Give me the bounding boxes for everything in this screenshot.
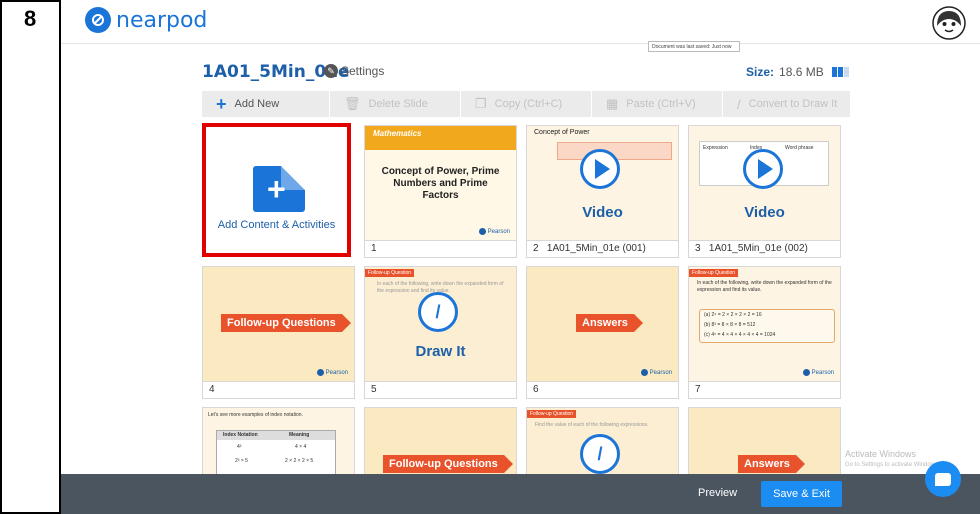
paste-icon: ▦	[606, 96, 619, 111]
slide-name: 1A01_5Min_01e (002)	[708, 243, 808, 254]
slide-banner: Follow-up Questions	[221, 314, 351, 332]
slide-small-banner: Follow-up Question	[689, 269, 739, 277]
slide-banner: Answers	[576, 314, 643, 332]
nearpod-logo[interactable]: nearpod	[85, 7, 207, 33]
draw-it-pencil-icon: /	[580, 434, 620, 474]
slide-heading: Concept of Power, Prime Numbers and Prim…	[381, 166, 500, 201]
slide-header-text: Mathematics	[373, 129, 422, 138]
slide-caption: 3 1A01_5Min_01e (002)	[689, 240, 840, 257]
slide-tile[interactable]: Expression Index Word phrase Video 3 1A0…	[688, 125, 841, 258]
slide-number: 3	[695, 243, 701, 254]
play-video-icon	[743, 149, 783, 189]
slide-caption: 2 1A01_5Min_01e (001)	[527, 240, 678, 257]
pearson-logo: Pearson	[640, 369, 672, 376]
nearpod-logo-icon	[85, 7, 111, 33]
answer-line: (c) 4⁵ = 4 × 4 × 4 × 4 × 4 = 1024	[704, 332, 776, 338]
slide-caption: 5	[365, 381, 516, 398]
slide-tile[interactable]: Follow-up Questions Pearson 4	[202, 266, 355, 399]
slide-number: 1	[371, 243, 377, 254]
save-status-toast: Document was last saved: Just now	[648, 41, 740, 52]
slide-text: Find the value of each of the following …	[535, 422, 649, 428]
paste-button[interactable]: ▦ Paste (Ctrl+V)	[592, 91, 723, 117]
convert-to-draw-it-button[interactable]: / Convert to Draw It	[723, 91, 850, 117]
plus-icon: +	[216, 93, 227, 114]
copy-button[interactable]: ❐ Copy (Ctrl+C)	[461, 91, 592, 117]
slide-caption: 4	[203, 381, 354, 398]
slide-tile[interactable]: Follow-up Question In each of the follow…	[364, 266, 517, 399]
index-table: Index Notation Meaning 4² 4 × 4 2³ × 5 2…	[216, 430, 336, 475]
nearpod-editor: nearpod Document was last saved: Just no…	[61, 0, 980, 514]
slide-text: Let's see more examples of index notatio…	[208, 412, 303, 418]
size-value: 18.6 MB	[779, 65, 824, 79]
step-number: 8	[24, 6, 37, 31]
windows-activation-watermark: Activate Windows Go to Settings to activ…	[845, 449, 940, 468]
brand-name: nearpod	[116, 7, 208, 33]
slide-banner: Answers	[738, 455, 805, 473]
slide-caption: 1	[365, 240, 516, 257]
play-video-icon	[580, 149, 620, 189]
convert-label: Convert to Draw It	[748, 98, 838, 110]
slide-toolbar: + Add New 🗑 Delete Slide ❐ Copy (Ctrl+C)…	[202, 91, 850, 117]
trash-icon: 🗑	[344, 96, 361, 111]
slide-small-banner: Follow-up Question	[527, 410, 577, 418]
answer-line: (b) 8³ = 8 × 8 × 8 = 512	[704, 322, 756, 328]
settings-label: Settings	[341, 64, 385, 78]
pearson-logo: Pearson	[316, 369, 348, 376]
slide-tile[interactable]: Mathematics Concept of Power, Prime Numb…	[364, 125, 517, 258]
size-label: Size:	[746, 65, 775, 79]
slide-caption: 7	[689, 381, 840, 398]
pencil-icon: ✎	[324, 64, 338, 78]
preview-button[interactable]: Preview	[698, 487, 737, 499]
draw-it-pencil-icon: /	[418, 292, 458, 332]
slide-number: 7	[695, 384, 701, 395]
copy-label: Copy (Ctrl+C)	[494, 98, 563, 110]
add-content-tile[interactable]: + Add Content & Activities	[202, 123, 351, 257]
answer-line: (a) 2⁴ = 2 × 2 × 2 × 2 = 16	[704, 312, 762, 318]
slide-caption: 6	[527, 381, 678, 398]
slide-tile[interactable]: Follow-up Question In each of the follow…	[688, 266, 841, 399]
slide-number: 4	[209, 384, 215, 395]
add-new-label: Add New	[234, 98, 280, 110]
answer-box: (a) 2⁴ = 2 × 2 × 2 × 2 = 16 (b) 8³ = 8 ×…	[699, 309, 835, 343]
save-exit-button[interactable]: Save & Exit	[761, 481, 842, 507]
copy-icon: ❐	[475, 96, 487, 111]
slide-text: In each of the following, write down the…	[697, 280, 832, 293]
delete-slide-button[interactable]: 🗑 Delete Slide	[330, 91, 461, 117]
step-column: 8	[0, 0, 61, 514]
settings-link[interactable]: ✎ Settings	[324, 64, 384, 78]
add-new-button[interactable]: + Add New	[202, 91, 330, 117]
paste-label: Paste (Ctrl+V)	[626, 98, 696, 110]
slide-number: 5	[371, 384, 377, 395]
slide-tile[interactable]: Answers Pearson 6	[526, 266, 679, 399]
slide-heading: Concept of Power	[534, 129, 590, 136]
slide-number: 6	[533, 384, 539, 395]
size-meter-icon	[831, 67, 850, 77]
slide-type-label: Draw It	[415, 343, 466, 360]
slide-number: 2	[533, 243, 539, 254]
slide-small-banner: Follow-up Question	[365, 269, 415, 277]
delete-slide-label: Delete Slide	[368, 98, 428, 110]
add-document-icon: +	[253, 166, 305, 212]
chat-support-icon[interactable]	[925, 461, 961, 497]
slide-name: 1A01_5Min_01e (001)	[546, 243, 646, 254]
slide-banner: Follow-up Questions	[383, 455, 513, 473]
user-avatar-icon[interactable]	[932, 6, 966, 40]
pen-icon: /	[737, 96, 741, 112]
slide-type-label: Video	[744, 204, 785, 221]
slide-tile[interactable]: Concept of Power Video 2 1A01_5Min_01e (…	[526, 125, 679, 258]
pearson-logo: Pearson	[802, 369, 834, 376]
add-content-label: Add Content & Activities	[217, 219, 336, 231]
bottom-bar: Preview Save & Exit	[61, 474, 980, 514]
lesson-size: Size: 18.6 MB	[746, 65, 850, 79]
pearson-logo: Pearson	[478, 228, 510, 235]
top-bar: nearpod	[61, 0, 980, 44]
slide-type-label: Video	[582, 204, 623, 221]
